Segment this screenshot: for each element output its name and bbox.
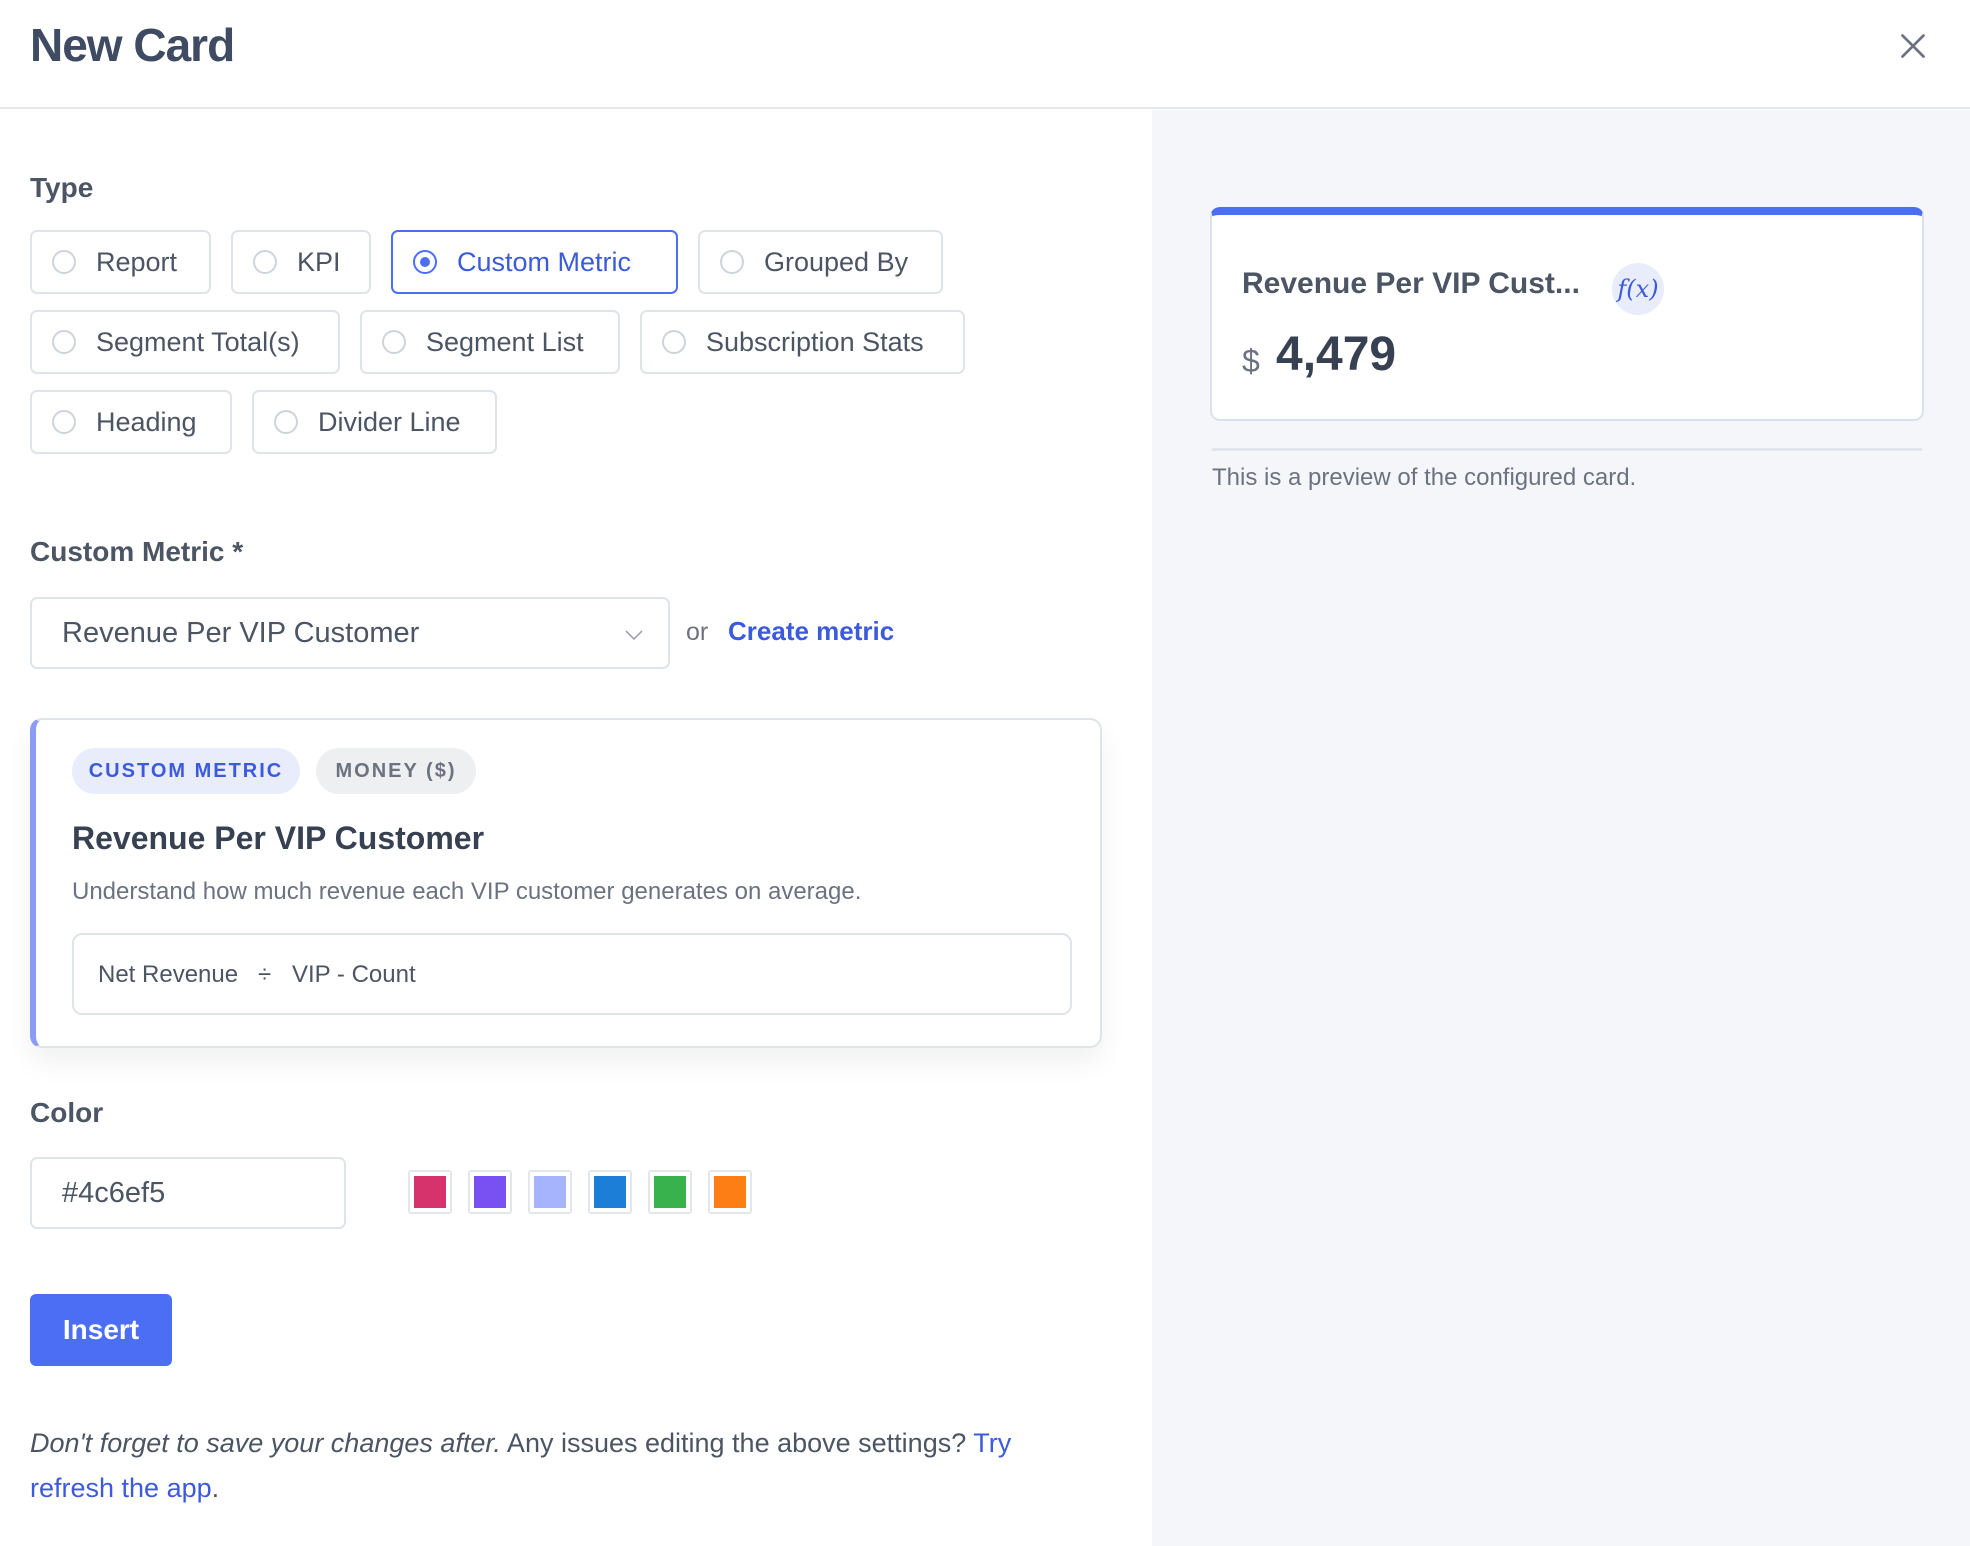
type-option-kpi[interactable]: KPI [231,230,371,294]
type-option-subscription-stats[interactable]: Subscription Stats [640,310,965,374]
swatch-fill [654,1176,686,1208]
color-swatch-lavender[interactable] [528,1170,572,1214]
option-label: Divider Line [318,406,461,437]
radio-icon [52,330,76,354]
issues-text: Any issues editing the above settings? [500,1428,974,1458]
radio-icon [662,330,686,354]
function-icon: f(x) [1612,263,1664,315]
option-label: Segment List [426,326,584,357]
metric-format-badge: MONEY ($) [316,748,476,794]
footer-note: Don't forget to save your changes after.… [30,1421,1090,1511]
color-label: Color [30,1097,104,1128]
option-label: Subscription Stats [706,326,924,357]
custom-metric-label: Custom Metric * [30,536,244,567]
swatch-fill [714,1176,746,1208]
color-swatch-green[interactable] [648,1170,692,1214]
custom-metric-select[interactable]: Revenue Per VIP Customer [30,597,670,669]
preview-note: This is a preview of the configured card… [1212,464,1637,491]
radio-icon [52,410,76,434]
color-swatch-orange[interactable] [708,1170,752,1214]
color-swatch-pink[interactable] [408,1170,452,1214]
save-reminder: Don't forget to save your changes after. [30,1428,501,1458]
swatch-fill [534,1176,566,1208]
close-icon[interactable] [1895,28,1931,64]
option-label: Grouped By [764,246,909,277]
metric-type-badge: CUSTOM METRIC [72,748,300,794]
type-option-report[interactable]: Report [30,230,211,294]
preview-currency: $ [1242,343,1260,379]
divide-icon: ÷ [258,961,272,988]
preview-divider [1212,448,1922,451]
metric-detail-card: CUSTOM METRIC MONEY ($) Revenue Per VIP … [30,718,1102,1048]
type-option-segment-list[interactable]: Segment List [360,310,620,374]
radio-icon [382,330,406,354]
preview-card-title: Revenue Per VIP Cust... [1242,267,1580,300]
preview-value: 4,479 [1276,328,1397,381]
option-label: KPI [297,246,341,277]
metric-title: Revenue Per VIP Customer [72,820,485,856]
swatch-fill [474,1176,506,1208]
option-label: Heading [96,406,197,437]
radio-icon [52,250,76,274]
footer-period: . [211,1473,220,1503]
type-option-heading[interactable]: Heading [30,390,232,454]
radio-icon [253,250,277,274]
type-option-grouped-by[interactable]: Grouped By [698,230,943,294]
swatch-fill [414,1176,446,1208]
metric-description: Understand how much revenue each VIP cus… [72,878,862,905]
type-option-segment-totals[interactable]: Segment Total(s) [30,310,340,374]
type-label: Type [30,172,94,203]
metric-formula: Net Revenue ÷ VIP - Count [72,933,1072,1015]
select-value: Revenue Per VIP Customer [62,617,420,649]
color-input[interactable]: #4c6ef5 [30,1157,346,1229]
color-swatch-blue[interactable] [588,1170,632,1214]
type-option-divider-line[interactable]: Divider Line [252,390,497,454]
option-label: Report [96,246,178,277]
chevron-down-icon [625,630,643,641]
radio-icon [274,410,298,434]
color-swatch-purple[interactable] [468,1170,512,1214]
option-label: Custom Metric [457,246,632,277]
insert-button[interactable]: Insert [30,1294,172,1366]
modal-title: New Card [30,19,235,71]
option-label: Segment Total(s) [96,326,300,357]
create-metric-link[interactable]: Create metric [728,616,894,647]
modal-header: New Card [0,0,1970,109]
type-option-custom-metric[interactable]: Custom Metric [391,230,678,294]
preview-card: Revenue Per VIP Cust... f(x) $ 4,479 [1210,207,1924,421]
formula-left-operand: Net Revenue [98,961,239,988]
radio-selected-icon [413,250,437,274]
color-input-value: #4c6ef5 [62,1177,166,1209]
or-text: or [686,618,709,646]
formula-right-operand: VIP - Count [292,961,416,988]
swatch-fill [594,1176,626,1208]
radio-icon [720,250,744,274]
